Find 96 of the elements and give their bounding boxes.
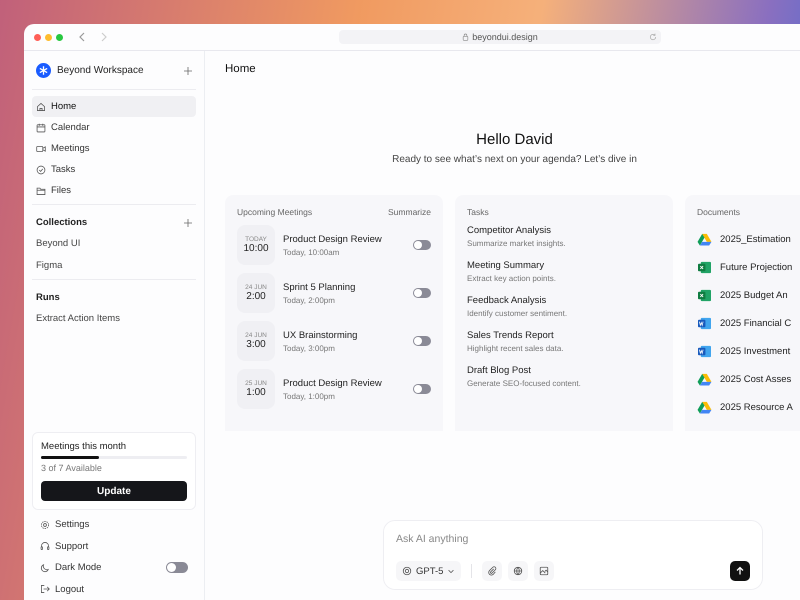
meeting-time: 10:00	[243, 243, 269, 254]
footer-link[interactable]: Logout	[55, 584, 188, 595]
task-description: Summarize market insights.	[467, 239, 567, 248]
logout-icon	[40, 584, 50, 594]
footer-link[interactable]: Settings	[55, 519, 188, 530]
triangle-logo-icon	[697, 400, 712, 414]
meeting-time-label: Today, 10:00am	[283, 248, 340, 256]
nav-item[interactable]: Tasks	[32, 159, 196, 180]
settings-icon	[40, 520, 50, 530]
headset-icon	[40, 541, 50, 552]
card-title: Documents	[697, 207, 740, 217]
add-icon[interactable]	[184, 66, 192, 74]
task-description: Identify customer sentiment.	[467, 309, 568, 318]
task-title[interactable]: Feedback Analysis	[467, 295, 661, 306]
close-button[interactable]	[34, 34, 41, 40]
meeting-time-label: Today, 1:00pm	[283, 392, 336, 400]
triangle-logo-icon	[697, 372, 712, 386]
calendar-icon	[36, 122, 46, 132]
triangle-logo-icon	[697, 232, 712, 246]
task-description: Highlight recent sales data.	[467, 344, 564, 353]
model-logo-icon	[402, 566, 412, 576]
back-icon[interactable]	[77, 32, 87, 42]
run-item[interactable]: Extract Action Items	[32, 308, 196, 330]
summarize-toggle[interactable]	[413, 240, 431, 250]
home-icon	[36, 102, 46, 112]
meeting-time-label: Today, 2:00pm	[283, 296, 336, 304]
document-name[interactable]: 2025 Budget An	[720, 290, 788, 300]
document-icon	[697, 316, 712, 330]
summarize-toggle[interactable]	[413, 288, 431, 298]
lock-icon	[462, 33, 470, 41]
globe-icon	[513, 566, 524, 576]
collection-item[interactable]: Beyond UI	[32, 233, 196, 254]
nav-item[interactable]: Meetings	[32, 138, 196, 159]
summarize-toggle[interactable]	[413, 336, 431, 346]
meeting-title: Product Design Review	[283, 234, 383, 244]
usage-caption: 3 of 7 Available	[41, 462, 103, 472]
task-title[interactable]: Draft Blog Post	[467, 365, 661, 376]
meeting-time: 2:00	[246, 291, 266, 302]
document-name[interactable]: 2025 Investment	[720, 346, 790, 356]
greeting-subtitle: Ready to see what’s next on your agenda? Let’s dive in	[391, 154, 638, 165]
folder-icon	[36, 186, 46, 196]
workspace-name[interactable]: Beyond Workspace	[57, 65, 178, 76]
document-name[interactable]: Future Projection	[720, 262, 792, 272]
section-heading: Collections	[36, 217, 88, 228]
web-search-button[interactable]	[508, 561, 528, 581]
moon-icon	[40, 562, 50, 573]
summarize-toggle[interactable]	[413, 384, 431, 394]
task-title[interactable]: Competitor Analysis	[467, 225, 661, 236]
section-heading: Runs	[36, 292, 60, 303]
nav-item[interactable]: Calendar	[32, 117, 196, 138]
task-title[interactable]: Meeting Summary	[467, 260, 661, 271]
spreadsheet-icon	[697, 288, 712, 302]
meeting-time-label: Today, 3:00pm	[283, 344, 336, 352]
workspace-logo-icon	[36, 63, 51, 78]
card-title: Upcoming Meetings	[237, 207, 312, 217]
paperclip-icon	[487, 566, 498, 576]
address-bar[interactable]: beyondui.design	[339, 30, 661, 44]
image-icon	[539, 566, 550, 576]
greeting-heading: Hello David	[475, 131, 554, 148]
usage-title: Meetings this month	[41, 440, 128, 452]
dark-mode-label: Dark Mode	[55, 562, 102, 574]
spreadsheet-icon	[697, 260, 712, 274]
meeting-time: 3:00	[246, 339, 266, 350]
task-description: Extract key action points.	[467, 274, 557, 283]
send-button[interactable]	[730, 561, 750, 581]
meeting-time: 1:00	[246, 387, 266, 398]
update-button[interactable]: Update	[41, 481, 187, 501]
dark-mode-toggle[interactable]	[166, 562, 188, 574]
footer-link[interactable]: Support	[55, 540, 188, 552]
document-name[interactable]: 2025 Cost Asses	[720, 374, 792, 384]
collection-item[interactable]: Figma	[32, 254, 196, 276]
page-title: Home	[225, 63, 257, 75]
image-button[interactable]	[534, 561, 554, 581]
chevron-down-icon	[447, 567, 456, 575]
attach-button[interactable]	[482, 561, 502, 581]
document-name[interactable]: 2025 Resource A	[720, 402, 793, 412]
document-name[interactable]: 2025 Financial C	[720, 318, 792, 328]
model-selector[interactable]: GPT-5	[396, 561, 462, 581]
card-title: Tasks	[467, 207, 489, 217]
maximize-button[interactable]	[56, 34, 63, 40]
meeting-title: Sprint 5 Planning	[283, 282, 356, 292]
task-title[interactable]: Sales Trends Report	[467, 330, 661, 341]
nav-item[interactable]: Files	[32, 180, 196, 201]
task-description: Generate SEO-focused content.	[467, 379, 582, 388]
meeting-title: Product Design Review	[283, 378, 383, 388]
summarize-link[interactable]: Summarize	[388, 207, 431, 217]
prompt-field[interactable]: Ask AI anything GPT-5	[383, 520, 763, 590]
check-circle-icon	[36, 164, 46, 174]
video-camera-icon	[36, 144, 46, 154]
nav-item[interactable]: Home	[32, 96, 196, 117]
arrow-up-icon	[735, 566, 745, 576]
document-name[interactable]: 2025_Estimation	[720, 234, 791, 244]
add-icon[interactable]	[184, 218, 192, 226]
document-icon	[697, 344, 712, 358]
reload-icon[interactable]	[649, 33, 657, 41]
meeting-title: UX Brainstorming	[283, 330, 358, 340]
